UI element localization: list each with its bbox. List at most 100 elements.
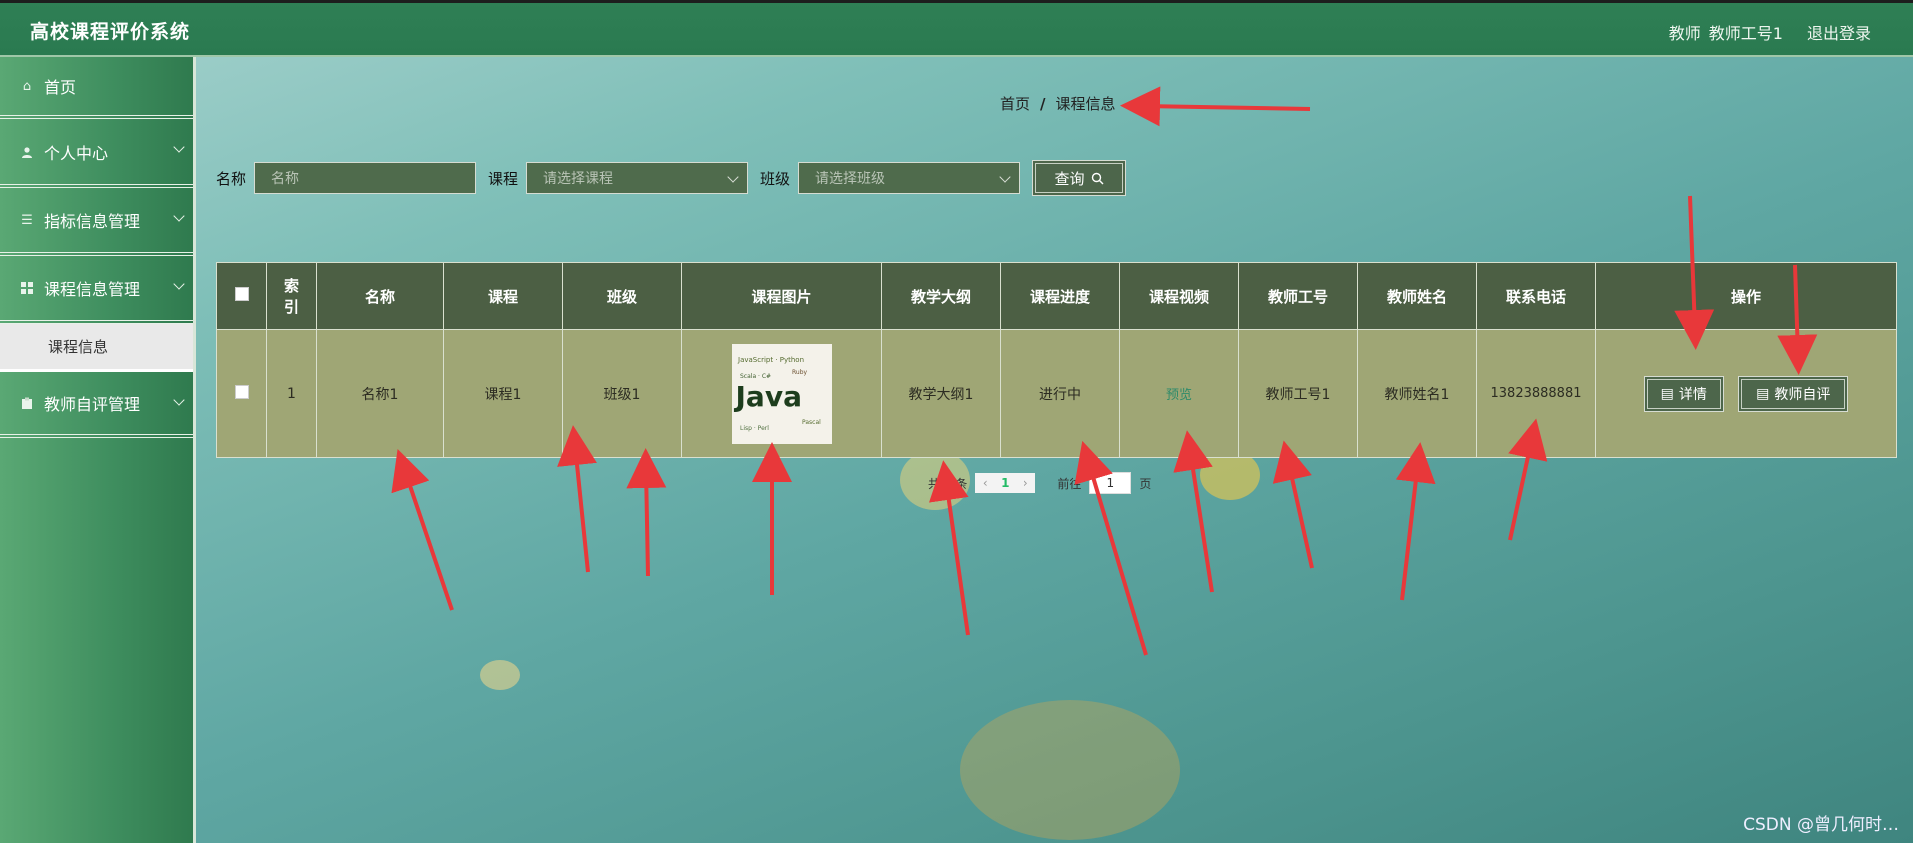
sidebar-item-indicator-management[interactable]: ☰ 指标信息管理 (0, 188, 193, 256)
chevron-down-icon (173, 278, 185, 290)
home-icon: ⌂ (22, 78, 32, 94)
column-header: 操作 (1595, 262, 1897, 330)
breadcrumb: 首页 / 课程信息 (1000, 93, 1116, 114)
table-header-row: 索引 名称 课程 班级 课程图片 教学大纲 课程进度 课程视频 教师工号 教师姓… (216, 262, 1897, 330)
table-row: 1 名称1 课程1 班级1 JavaScript · Python Ruby S… (216, 329, 1897, 458)
column-header: 索引 (266, 262, 317, 330)
self-review-button-label: 教师自评 (1774, 386, 1831, 403)
pager-total-suffix: 条 (955, 476, 968, 491)
detail-button-label: 详情 (1678, 386, 1707, 403)
sidebar-subitem-course-info[interactable]: 课程信息 (0, 324, 193, 372)
row-select-cell (216, 329, 267, 458)
name-input-placeholder: 名称 (271, 171, 300, 187)
course-table: 索引 名称 课程 班级 课程图片 教学大纲 课程进度 课程视频 教师工号 教师姓… (216, 262, 1897, 458)
svg-text:Lisp · Perl: Lisp · Perl (740, 425, 769, 432)
course-select[interactable]: 请选择课程 (526, 162, 749, 194)
teacher-name-cell: 教师姓名1 (1357, 329, 1477, 458)
chevron-down-icon (173, 210, 185, 222)
breadcrumb-home[interactable]: 首页 (1000, 95, 1030, 113)
course-image-text: Java (735, 379, 802, 413)
column-header: 课程图片 (681, 262, 882, 330)
chevron-down-icon (999, 171, 1011, 183)
background-decoration (480, 660, 520, 690)
watermark: CSDN @曾几何时… (1743, 815, 1899, 835)
sidebar-item-teacher-self-review[interactable]: 教师自评管理 (0, 372, 193, 438)
name-label: 名称 (216, 169, 247, 188)
sidebar-item-home[interactable]: ⌂ 首页 (0, 57, 193, 119)
goto-page-value: 1 (1106, 476, 1115, 490)
course-image[interactable]: JavaScript · Python Ruby Scala · C# Pasc… (731, 343, 832, 444)
next-page-button[interactable]: › (1015, 476, 1035, 490)
column-header: 班级 (562, 262, 682, 330)
sidebar-item-course-management[interactable]: 课程信息管理 (0, 256, 193, 324)
chevron-down-icon (727, 171, 739, 183)
progress-cell: 进行中 (1000, 329, 1120, 458)
pagination: 共 1 条 ‹ 1 › 前往 1 页 (928, 472, 1151, 494)
self-review-button[interactable]: ▤ 教师自评 (1738, 375, 1849, 412)
user-info: 教师 教师工号1 (1669, 20, 1783, 44)
user-role: 教师 (1668, 24, 1701, 43)
pager-total-prefix: 共 (928, 476, 941, 491)
index-cell: 1 (266, 329, 317, 458)
column-header: 课程 (443, 262, 563, 330)
teacher-id-cell: 教师工号1 (1238, 329, 1358, 458)
class-select-placeholder: 请选择班级 (815, 171, 886, 187)
breadcrumb-separator: / (1040, 95, 1046, 113)
course-label: 课程 (488, 169, 519, 188)
sidebar-item-label: 首页 (44, 78, 77, 97)
sidebar-item-label: 课程信息管理 (44, 280, 141, 299)
list-icon: ☰ (21, 212, 33, 228)
syllabus-cell: 教学大纲1 (881, 329, 1001, 458)
top-right-area: 教师 教师工号1 退出登录 (1669, 20, 1871, 44)
search-icon (1091, 172, 1104, 185)
breadcrumb-current: 课程信息 (1055, 95, 1116, 113)
column-header-index-1: 索 (283, 277, 299, 295)
actions-cell: ▤ 详情 ▤ 教师自评 (1595, 329, 1897, 458)
class-label: 班级 (760, 169, 791, 188)
prev-page-button[interactable]: ‹ (975, 476, 995, 490)
image-cell: JavaScript · Python Ruby Scala · C# Pasc… (681, 329, 882, 458)
page-suffix: 页 (1139, 476, 1152, 491)
sidebar-item-label: 教师自评管理 (44, 395, 141, 414)
class-select[interactable]: 请选择班级 (798, 162, 1021, 194)
column-header: 教师工号 (1238, 262, 1358, 330)
name-input[interactable]: 名称 (254, 162, 477, 194)
course-cell: 课程1 (443, 329, 563, 458)
query-button-label: 查询 (1054, 169, 1085, 188)
video-cell: 预览 (1119, 329, 1239, 458)
phone-cell: 13823888881 (1476, 329, 1596, 458)
clipboard-icon (20, 396, 34, 410)
user-icon (20, 145, 34, 159)
query-button[interactable]: 查询 (1032, 160, 1127, 196)
column-header: 教学大纲 (881, 262, 1001, 330)
row-checkbox[interactable] (234, 384, 249, 399)
user-name: 教师工号1 (1708, 24, 1783, 43)
detail-button[interactable]: ▤ 详情 (1643, 375, 1724, 412)
sidebar-item-personal-center[interactable]: 个人中心 (0, 119, 193, 188)
pager-total: 共 1 条 (928, 475, 967, 492)
pager-controls: ‹ 1 › (975, 473, 1036, 493)
search-bar: 名称 名称 课程 请选择课程 班级 请选择班级 查询 (216, 160, 1127, 196)
class-cell: 班级1 (562, 329, 682, 458)
grid-icon (20, 281, 34, 295)
svg-text:Pascal: Pascal (802, 419, 821, 426)
video-preview-link[interactable]: 预览 (1166, 388, 1192, 403)
background-decoration (960, 700, 1180, 840)
sidebar-item-label: 个人中心 (44, 143, 109, 163)
select-all-checkbox[interactable] (234, 287, 249, 301)
pager-total-count: 1 (943, 476, 952, 491)
goto-page-input[interactable]: 1 (1089, 472, 1132, 494)
chevron-down-icon (173, 394, 185, 406)
svg-text:JavaScript · Python: JavaScript · Python (737, 356, 804, 364)
sidebar: ⌂ 首页 个人中心 ☰ 指标信息管理 课程信息管理 课程信息 教师自评管理 (0, 57, 196, 843)
document-icon: ▤ (1756, 385, 1770, 402)
column-header: 名称 (316, 262, 444, 330)
name-cell: 名称1 (316, 329, 444, 458)
app-title: 高校课程评价系统 (30, 21, 191, 43)
column-header: 教师姓名 (1357, 262, 1477, 330)
top-bar: 高校课程评价系统 教师 教师工号1 退出登录 (0, 0, 1913, 57)
column-header-index-2: 引 (283, 298, 299, 316)
current-page[interactable]: 1 (995, 476, 1015, 490)
svg-text:Ruby: Ruby (792, 369, 808, 376)
logout-link[interactable]: 退出登录 (1807, 20, 1871, 44)
